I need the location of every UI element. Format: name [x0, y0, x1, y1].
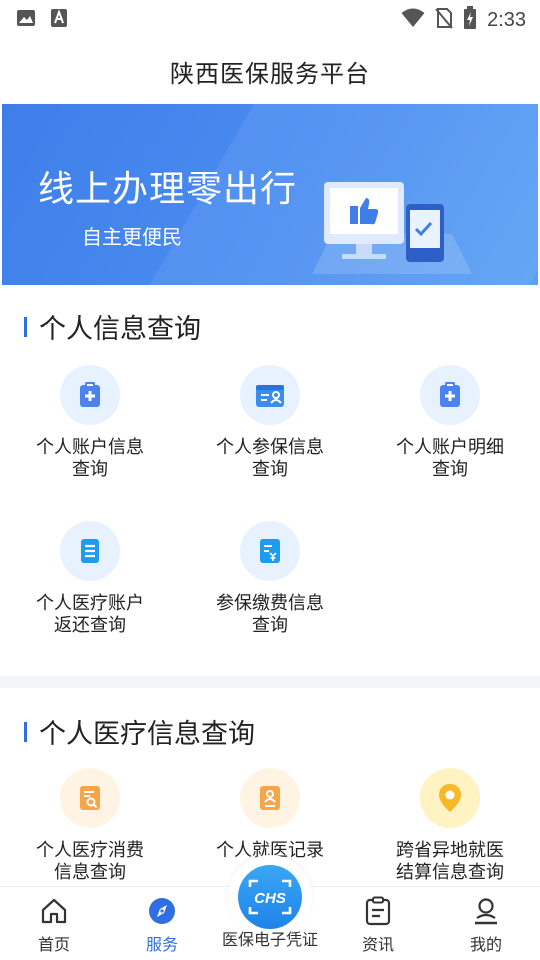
document-list-icon	[60, 521, 120, 581]
tile-label: 个人医疗消费 信息查询	[36, 840, 144, 883]
section-header: 个人医疗信息查询	[24, 712, 255, 751]
chs-badge-text: CHS	[254, 890, 286, 907]
medical-clipboard-icon	[60, 365, 120, 425]
section-title: 个人信息查询	[39, 314, 201, 345]
tile-label: 个人医疗账户 返还查询	[36, 593, 144, 636]
battery-charging-icon	[463, 6, 477, 34]
tile-label: 个人账户明细 查询	[396, 437, 504, 480]
tile-label: 参保缴费信息 查询	[216, 593, 324, 636]
tile-label: 个人参保信息 查询	[216, 437, 324, 480]
tab-home[interactable]: 首页	[4, 887, 104, 960]
tab-label: 资讯	[361, 935, 394, 954]
tab-label: 首页	[37, 935, 70, 954]
home-icon	[39, 895, 69, 927]
tab-services[interactable]: 服务	[112, 887, 212, 960]
tab-profile[interactable]: 我的	[436, 887, 536, 960]
section-accent-bar	[24, 316, 27, 337]
banner[interactable]: 线上办理零出行 自主更便民	[2, 104, 538, 285]
tab-label: 我的	[469, 935, 502, 954]
section-header: 个人信息查询	[24, 307, 201, 346]
payment-document-icon	[240, 521, 300, 581]
medical-spending-query-tile[interactable]: 个人医疗消费 信息查询	[0, 768, 180, 884]
medical-record-icon	[240, 768, 300, 828]
personal-info-section: 个人信息查询 个人账户信息 查询 个人参保信息 查询 个人账户明细 查询 个人医疗账户…	[0, 285, 540, 676]
tab-label: 医保电子凭证	[221, 930, 318, 949]
account-detail-query-tile[interactable]: 个人账户明细 查询	[360, 365, 540, 481]
status-time: 2:33	[487, 8, 526, 31]
insurance-info-query-tile[interactable]: 个人参保信息 查询	[180, 365, 360, 481]
section-accent-bar	[24, 721, 27, 742]
account-info-query-tile[interactable]: 个人账户信息 查询	[0, 365, 180, 481]
section-divider	[0, 676, 540, 688]
tile-label: 跨省异地就医 结算信息查询	[396, 840, 504, 883]
clipboard-icon	[364, 895, 392, 927]
app-header: 陕西医保服务平台	[0, 38, 540, 104]
id-card-icon	[240, 365, 300, 425]
medical-visit-record-tile[interactable]: 个人就医记录	[180, 768, 360, 862]
location-pin-icon	[420, 768, 480, 828]
no-sim-icon	[435, 7, 453, 33]
cross-province-settlement-tile[interactable]: 跨省异地就医 结算信息查询	[360, 768, 540, 884]
banner-title: 线上办理零出行	[38, 169, 298, 210]
tab-news[interactable]: 资讯	[328, 887, 428, 960]
wifi-icon	[401, 8, 425, 32]
medical-clipboard-icon	[420, 365, 480, 425]
computer-illustration-icon	[302, 174, 482, 285]
page-title: 陕西医保服务平台	[170, 59, 370, 88]
status-bar: 2:33	[0, 0, 540, 38]
user-icon	[472, 895, 500, 927]
tile-label: 个人账户信息 查询	[36, 437, 144, 480]
section-title: 个人医疗信息查询	[39, 719, 255, 750]
payment-info-query-tile[interactable]: 参保缴费信息 查询	[180, 521, 360, 637]
banner-subtitle: 自主更便民	[82, 225, 182, 249]
a-icon	[50, 8, 68, 32]
tab-label: 服务	[145, 935, 178, 954]
image-icon	[16, 9, 36, 31]
search-document-icon	[60, 768, 120, 828]
medical-account-refund-query-tile[interactable]: 个人医疗账户 返还查询	[0, 521, 180, 637]
chs-scan-icon: CHS	[238, 865, 302, 929]
compass-icon	[147, 895, 177, 927]
